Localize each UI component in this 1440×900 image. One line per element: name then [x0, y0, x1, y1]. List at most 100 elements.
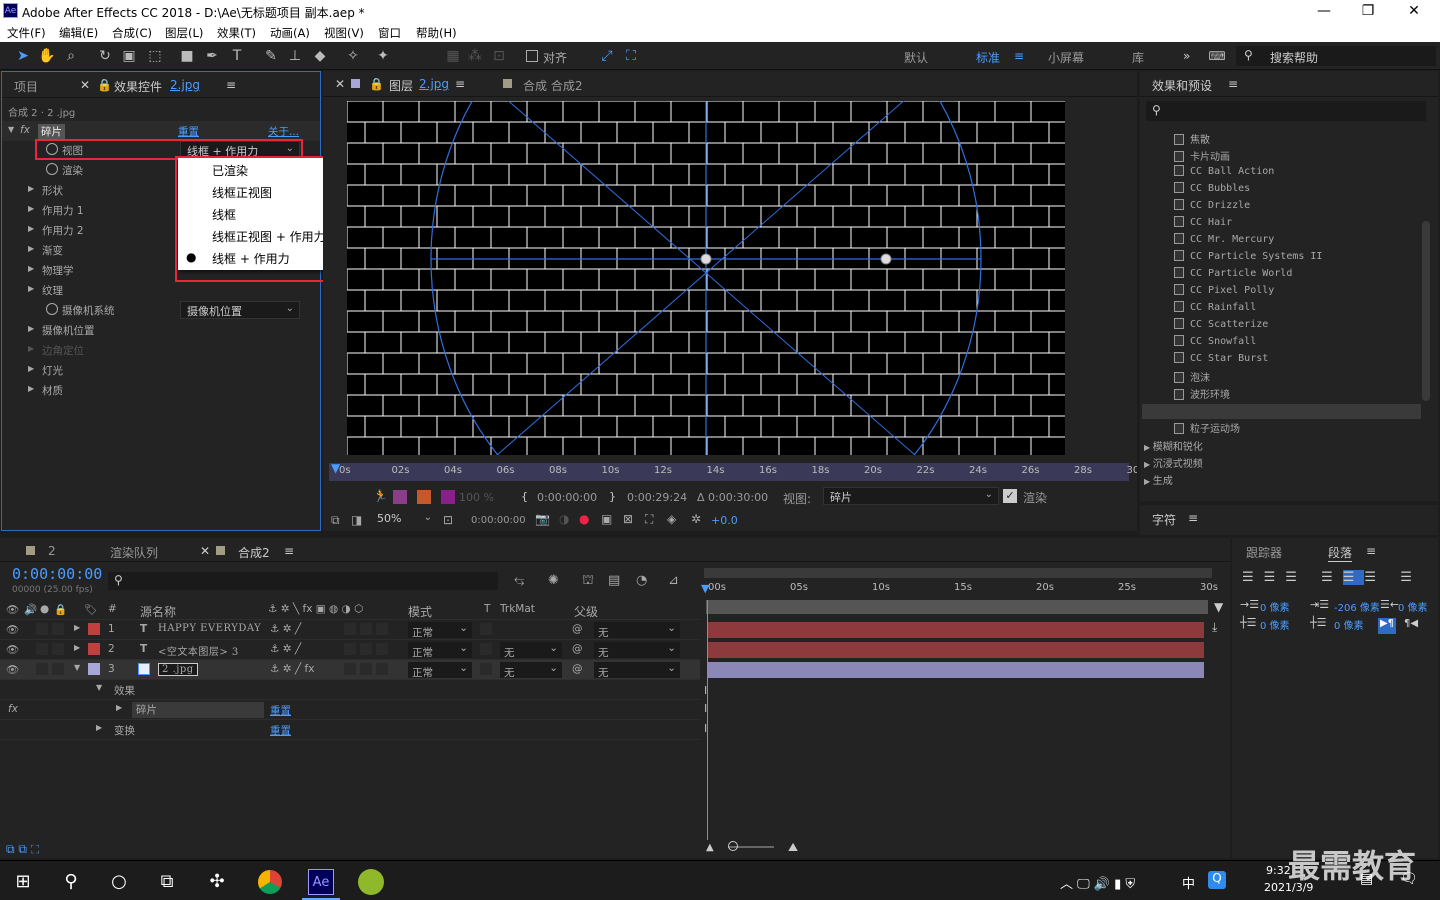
audio-icon[interactable]: 🔊	[24, 603, 37, 616]
panel-menu-icon[interactable]: ≡	[1228, 77, 1238, 91]
set-in-point-icon[interactable]: {	[521, 490, 528, 503]
out-point-time[interactable]: 0:00:29:24	[627, 491, 687, 504]
panel-menu-icon[interactable]: ≡	[455, 77, 465, 91]
expand-icon[interactable]: ▶	[28, 384, 34, 393]
keyframe-marker[interactable]: I	[704, 684, 707, 697]
layer-trkmat-dropdown[interactable]: 无 ⌄	[500, 642, 562, 659]
notifications-icon[interactable]: 🗨	[1400, 871, 1418, 887]
panel-menu-icon[interactable]: ≡	[226, 78, 236, 92]
property-camera-position[interactable]: ▶ 摄像机位置	[2, 320, 302, 340]
fx-toggle-icon[interactable]: fx	[20, 124, 30, 136]
timeline-search-input[interactable]: ⚲	[108, 572, 498, 590]
expand-icon[interactable]: ▶	[28, 344, 34, 353]
workspace-standard[interactable]: 标准	[976, 49, 1000, 66]
taskbar-search-icon[interactable]: ⚲	[58, 869, 84, 895]
preserve-transparency-switch[interactable]	[480, 663, 492, 675]
chrome-icon[interactable]	[258, 870, 282, 894]
av-features-icon[interactable]: 👁	[6, 603, 19, 616]
lock-switch[interactable]	[52, 663, 64, 675]
layer-mode-dropdown[interactable]: 正常 ⌄	[408, 622, 472, 639]
expand-icon[interactable]: ▶	[28, 204, 34, 213]
roto-brush-tool-icon[interactable]: ✧	[344, 47, 362, 65]
space-before-value[interactable]: 0 像素	[1260, 617, 1290, 632]
effect-name[interactable]: 碎片	[38, 124, 65, 139]
layer-switches-icon[interactable]: ⚓ ✲ ╱	[270, 643, 301, 655]
selection-tool-icon[interactable]: ➤	[14, 47, 32, 65]
workspace-library[interactable]: 库	[1132, 49, 1144, 66]
tab-comp[interactable]: 合成2	[238, 544, 270, 561]
reset-exposure-icon[interactable]: ✲	[691, 512, 701, 526]
comp-marker-bin-icon[interactable]: ▼	[1214, 600, 1223, 614]
timeline-timecode[interactable]: 0:00:00:00	[12, 565, 102, 583]
pinwheel-app-icon[interactable]: ✣	[204, 869, 230, 895]
layer-duration-bar[interactable]	[708, 662, 1204, 678]
stopwatch-icon[interactable]	[46, 303, 58, 315]
set-out-point-icon[interactable]: }	[609, 490, 616, 503]
layer-time-ruler[interactable]: 0s 02s 04s 06s 08s 10s 12s 14s 16s 18s 20s 22s 24s 26…	[329, 463, 1137, 481]
tab-project[interactable]: 项目	[14, 78, 38, 95]
ime-indicator[interactable]: 中	[1182, 873, 1195, 892]
switch-cell[interactable]	[344, 643, 356, 655]
force-2-handle[interactable]	[880, 253, 892, 265]
rectangle-tool-icon[interactable]: ■	[178, 47, 196, 65]
timeline-flow-icon[interactable]: ◈	[667, 512, 676, 526]
parent-pickwhip-icon[interactable]: @	[572, 643, 583, 655]
tab-effect-controls-file[interactable]: 2.jpg	[170, 78, 200, 92]
panel-menu-icon[interactable]: ≡	[1188, 511, 1198, 525]
draft-3d-toggle-icon[interactable]: ✺	[548, 573, 559, 588]
effect-category[interactable]: ▶ 生成	[1144, 472, 1173, 489]
playhead-icon[interactable]: ▼	[701, 582, 709, 595]
expand-icon[interactable]: ▶	[116, 703, 122, 712]
lock-switch[interactable]	[52, 643, 64, 655]
after-effects-taskbar-icon[interactable]: Ae	[308, 869, 334, 895]
expand-icon[interactable]: ▶	[96, 723, 102, 732]
type-tool-icon[interactable]: T	[228, 47, 246, 65]
switch-cell[interactable]	[344, 623, 356, 635]
layer-label-color[interactable]	[88, 663, 100, 675]
brush-tool-icon[interactable]: ✎	[262, 47, 280, 65]
layer-name[interactable]: HAPPY EVERYDAY	[158, 623, 261, 634]
channel-icon[interactable]: ●	[579, 512, 589, 526]
tab-layer-file[interactable]: 2.jpg	[419, 77, 449, 91]
menu-composition[interactable]: 合成(C)	[112, 25, 152, 41]
layer-parent-dropdown[interactable]: 无 ⌄	[594, 622, 680, 639]
solo-switch[interactable]	[36, 643, 48, 655]
zoom-slider-handle[interactable]	[728, 841, 738, 851]
close-tab-icon[interactable]: ✕	[200, 544, 210, 558]
layer-duration-bar[interactable]	[708, 642, 1204, 658]
property-material[interactable]: ▶ 材质	[2, 380, 302, 400]
column-mode[interactable]: 模式	[408, 603, 432, 620]
effects-scrollbar[interactable]	[1422, 221, 1430, 401]
switch-cell[interactable]	[344, 663, 356, 675]
snapshot-icon[interactable]: 📷	[535, 512, 550, 526]
comp-flowchart-icon[interactable]: ⥃	[514, 573, 524, 588]
sync-settings-icon[interactable]: ⌨	[1208, 47, 1226, 65]
notes-icon[interactable]: ▤	[1360, 871, 1373, 887]
tab-render-queue[interactable]: 渲染队列	[110, 544, 158, 561]
camera-system-dropdown[interactable]: 摄像机位置 ⌄	[180, 301, 300, 319]
more-workspaces-icon[interactable]: »	[1183, 49, 1190, 63]
effect-preset-item[interactable]: CC Bubbles	[1174, 182, 1250, 199]
qq-icon[interactable]: Q	[1208, 871, 1226, 889]
layer-name[interactable]: <空文本图层> 3	[158, 643, 239, 658]
visibility-eye-icon[interactable]: 👁	[6, 643, 19, 656]
transform-reset-link[interactable]: 重置	[270, 723, 291, 738]
layer-switches-toggle-icon[interactable]: ⧉ ⧉ ⛶	[6, 842, 39, 857]
world-axis-icon[interactable]: ⁂	[466, 47, 484, 65]
tab-paragraph[interactable]: 段落	[1328, 544, 1353, 562]
rtl-direction-button[interactable]: ¶◀	[1402, 618, 1420, 634]
lock-column-icon[interactable]: 🔒	[54, 603, 67, 616]
panel-menu-icon[interactable]: ≡	[284, 544, 294, 558]
effect-preset-item[interactable]: 焦散	[1174, 131, 1210, 148]
parent-pickwhip-icon[interactable]: @	[572, 663, 583, 675]
workspace-menu-icon[interactable]: ≡	[1014, 49, 1024, 63]
viewer-view-dropdown[interactable]: 碎片 ⌄	[823, 487, 999, 505]
pen-tool-icon[interactable]: ✒	[203, 47, 221, 65]
timeline-settings-icon[interactable]: ⤓	[1212, 620, 1217, 635]
expand-icon[interactable]: ▶	[74, 623, 80, 632]
close-tab-icon[interactable]: ✕	[335, 77, 345, 91]
option-wireframe-front[interactable]: 线框正视图	[212, 184, 272, 201]
effect-category[interactable]: ▶ 沉浸式视频	[1144, 455, 1203, 472]
exposure-value[interactable]: +0.0	[711, 514, 738, 527]
effect-expand-icon[interactable]: ▼	[8, 125, 14, 134]
